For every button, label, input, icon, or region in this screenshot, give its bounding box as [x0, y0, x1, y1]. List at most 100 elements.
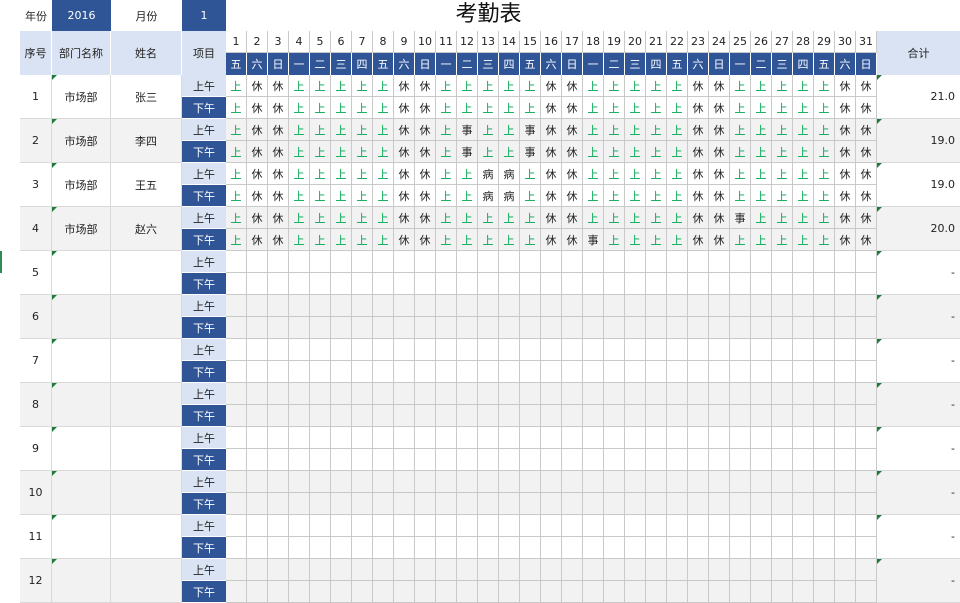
attendance-cell[interactable] — [541, 339, 562, 361]
attendance-cell[interactable]: 休 — [394, 229, 415, 251]
attendance-cell[interactable] — [667, 581, 688, 603]
attendance-cell[interactable]: 休 — [268, 207, 289, 229]
attendance-cell[interactable] — [331, 581, 352, 603]
attendance-cell[interactable] — [541, 537, 562, 559]
attendance-cell[interactable] — [583, 339, 604, 361]
attendance-cell[interactable]: 上 — [331, 75, 352, 97]
attendance-cell[interactable] — [562, 559, 583, 581]
attendance-cell[interactable]: 病 — [499, 163, 520, 185]
attendance-cell[interactable]: 休 — [247, 207, 268, 229]
attendance-cell[interactable] — [436, 251, 457, 273]
attendance-cell[interactable] — [247, 493, 268, 515]
year-value-cell[interactable]: 2016 — [52, 0, 111, 31]
attendance-cell[interactable]: 上 — [373, 119, 394, 141]
attendance-cell[interactable] — [709, 361, 730, 383]
day-number-header[interactable]: 9 — [394, 31, 415, 53]
attendance-cell[interactable] — [436, 427, 457, 449]
attendance-cell[interactable] — [415, 295, 436, 317]
attendance-cell[interactable]: 上 — [457, 97, 478, 119]
attendance-cell[interactable] — [667, 559, 688, 581]
attendance-cell[interactable] — [814, 581, 835, 603]
attendance-cell[interactable]: 休 — [709, 141, 730, 163]
attendance-cell[interactable]: 上 — [436, 229, 457, 251]
attendance-cell[interactable] — [394, 273, 415, 295]
attendance-cell[interactable] — [625, 405, 646, 427]
attendance-cell[interactable] — [835, 427, 856, 449]
attendance-cell[interactable] — [415, 273, 436, 295]
attendance-cell[interactable] — [772, 515, 793, 537]
attendance-cell[interactable]: 上 — [646, 119, 667, 141]
attendance-cell[interactable] — [814, 537, 835, 559]
attendance-cell[interactable] — [772, 581, 793, 603]
attendance-cell[interactable] — [436, 273, 457, 295]
seq-cell[interactable]: 8 — [20, 383, 52, 427]
attendance-cell[interactable] — [310, 559, 331, 581]
attendance-cell[interactable] — [457, 559, 478, 581]
attendance-cell[interactable] — [226, 405, 247, 427]
attendance-cell[interactable] — [562, 339, 583, 361]
attendance-cell[interactable] — [436, 449, 457, 471]
attendance-cell[interactable] — [394, 427, 415, 449]
attendance-cell[interactable] — [583, 317, 604, 339]
attendance-cell[interactable] — [604, 427, 625, 449]
attendance-cell[interactable] — [604, 273, 625, 295]
attendance-cell[interactable] — [436, 581, 457, 603]
attendance-cell[interactable] — [247, 427, 268, 449]
attendance-cell[interactable] — [772, 295, 793, 317]
attendance-cell[interactable] — [478, 295, 499, 317]
attendance-cell[interactable]: 上 — [289, 141, 310, 163]
attendance-cell[interactable] — [583, 559, 604, 581]
attendance-cell[interactable] — [478, 493, 499, 515]
attendance-cell[interactable]: 上 — [352, 185, 373, 207]
weekday-header[interactable]: 六 — [541, 53, 562, 75]
attendance-cell[interactable] — [478, 449, 499, 471]
attendance-cell[interactable] — [289, 273, 310, 295]
attendance-cell[interactable]: 上 — [583, 163, 604, 185]
attendance-cell[interactable] — [373, 559, 394, 581]
attendance-cell[interactable]: 休 — [541, 141, 562, 163]
attendance-cell[interactable] — [667, 295, 688, 317]
attendance-cell[interactable]: 上 — [352, 97, 373, 119]
seq-cell[interactable]: 10 — [20, 471, 52, 515]
attendance-cell[interactable] — [352, 339, 373, 361]
attendance-cell[interactable] — [499, 471, 520, 493]
attendance-cell[interactable] — [604, 361, 625, 383]
attendance-cell[interactable]: 上 — [751, 207, 772, 229]
attendance-cell[interactable] — [583, 471, 604, 493]
attendance-cell[interactable]: 上 — [499, 207, 520, 229]
attendance-cell[interactable]: 上 — [646, 163, 667, 185]
attendance-cell[interactable]: 上 — [436, 75, 457, 97]
attendance-cell[interactable]: 休 — [835, 185, 856, 207]
attendance-cell[interactable] — [457, 471, 478, 493]
name-cell[interactable] — [111, 383, 182, 427]
attendance-cell[interactable]: 上 — [478, 141, 499, 163]
attendance-cell[interactable] — [793, 383, 814, 405]
attendance-cell[interactable] — [331, 383, 352, 405]
day-number-header[interactable]: 4 — [289, 31, 310, 53]
attendance-cell[interactable] — [457, 383, 478, 405]
attendance-cell[interactable]: 休 — [415, 163, 436, 185]
attendance-cell[interactable]: 上 — [226, 185, 247, 207]
attendance-cell[interactable] — [352, 295, 373, 317]
attendance-cell[interactable] — [499, 251, 520, 273]
attendance-cell[interactable]: 病 — [478, 185, 499, 207]
attendance-cell[interactable] — [730, 383, 751, 405]
attendance-cell[interactable] — [646, 493, 667, 515]
day-number-header[interactable]: 2 — [247, 31, 268, 53]
attendance-cell[interactable] — [331, 537, 352, 559]
attendance-cell[interactable] — [688, 361, 709, 383]
attendance-cell[interactable] — [520, 559, 541, 581]
day-number-header[interactable]: 13 — [478, 31, 499, 53]
attendance-cell[interactable]: 上 — [310, 207, 331, 229]
attendance-cell[interactable] — [499, 339, 520, 361]
attendance-cell[interactable]: 上 — [457, 163, 478, 185]
attendance-cell[interactable] — [541, 427, 562, 449]
attendance-cell[interactable] — [289, 515, 310, 537]
attendance-cell[interactable]: 上 — [226, 229, 247, 251]
attendance-cell[interactable]: 休 — [562, 163, 583, 185]
attendance-cell[interactable] — [268, 405, 289, 427]
weekday-header[interactable]: 六 — [688, 53, 709, 75]
attendance-cell[interactable]: 上 — [352, 229, 373, 251]
attendance-cell[interactable]: 休 — [688, 141, 709, 163]
attendance-cell[interactable] — [247, 361, 268, 383]
